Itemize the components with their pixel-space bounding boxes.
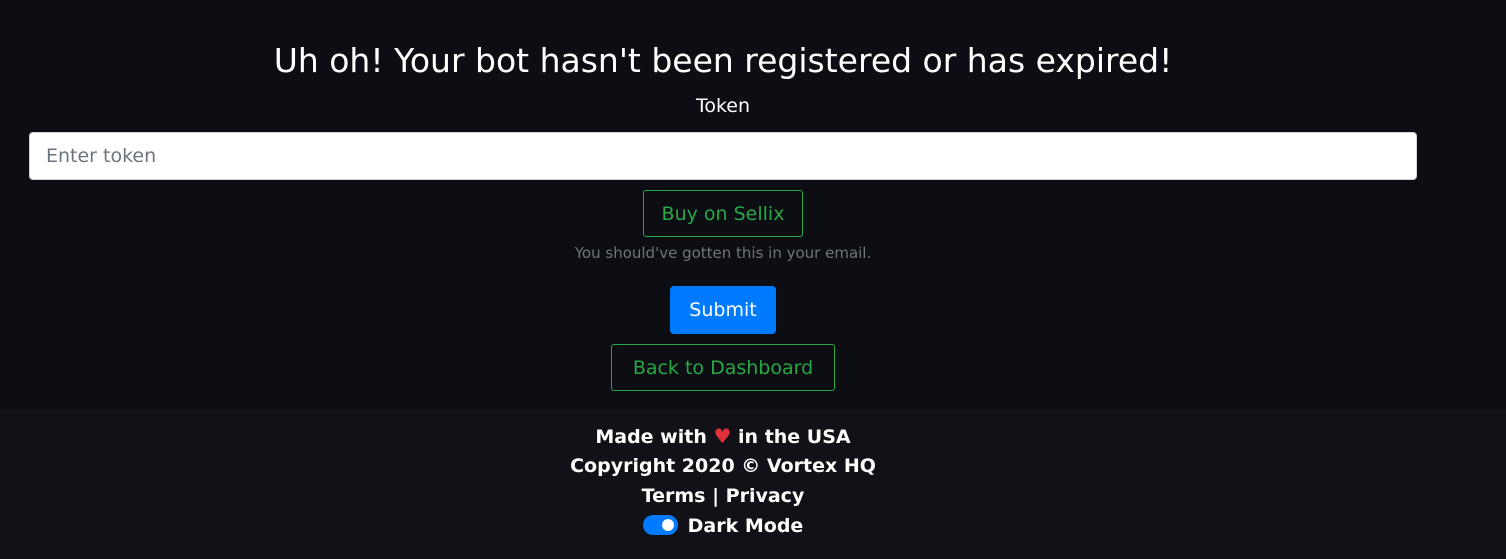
token-input[interactable]: [29, 132, 1417, 180]
submit-button[interactable]: Submit: [670, 286, 776, 334]
page-title: Uh oh! Your bot hasn't been registered o…: [273, 41, 1173, 80]
heart-icon: ♥: [713, 424, 732, 448]
back-to-dashboard-button[interactable]: Back to Dashboard: [611, 344, 835, 391]
terms-link[interactable]: Terms: [642, 485, 706, 507]
footer: Made with ♥ in the USA Copyright 2020 © …: [0, 409, 1446, 559]
made-with-suffix: in the USA: [738, 426, 851, 448]
copyright-text: Copyright 2020 © Vortex HQ: [570, 455, 876, 477]
buy-on-sellix-button[interactable]: Buy on Sellix: [643, 190, 803, 237]
dark-mode-label: Dark Mode: [687, 515, 804, 537]
token-label: Token: [695, 95, 751, 117]
toggle-knob: [661, 519, 674, 531]
main-section: Uh oh! Your bot hasn't been registered o…: [0, 0, 1506, 409]
footer-links: Terms | Privacy: [0, 483, 1446, 509]
made-with-prefix: Made with: [595, 426, 707, 448]
token-hint: You should've gotten this in your email.: [574, 244, 872, 262]
dark-mode-row: Dark Mode: [0, 513, 1446, 539]
dark-mode-toggle[interactable]: [642, 515, 678, 535]
made-with-line: Made with ♥ in the USA: [0, 423, 1446, 450]
link-separator: |: [712, 485, 720, 507]
privacy-link[interactable]: Privacy: [726, 485, 805, 507]
